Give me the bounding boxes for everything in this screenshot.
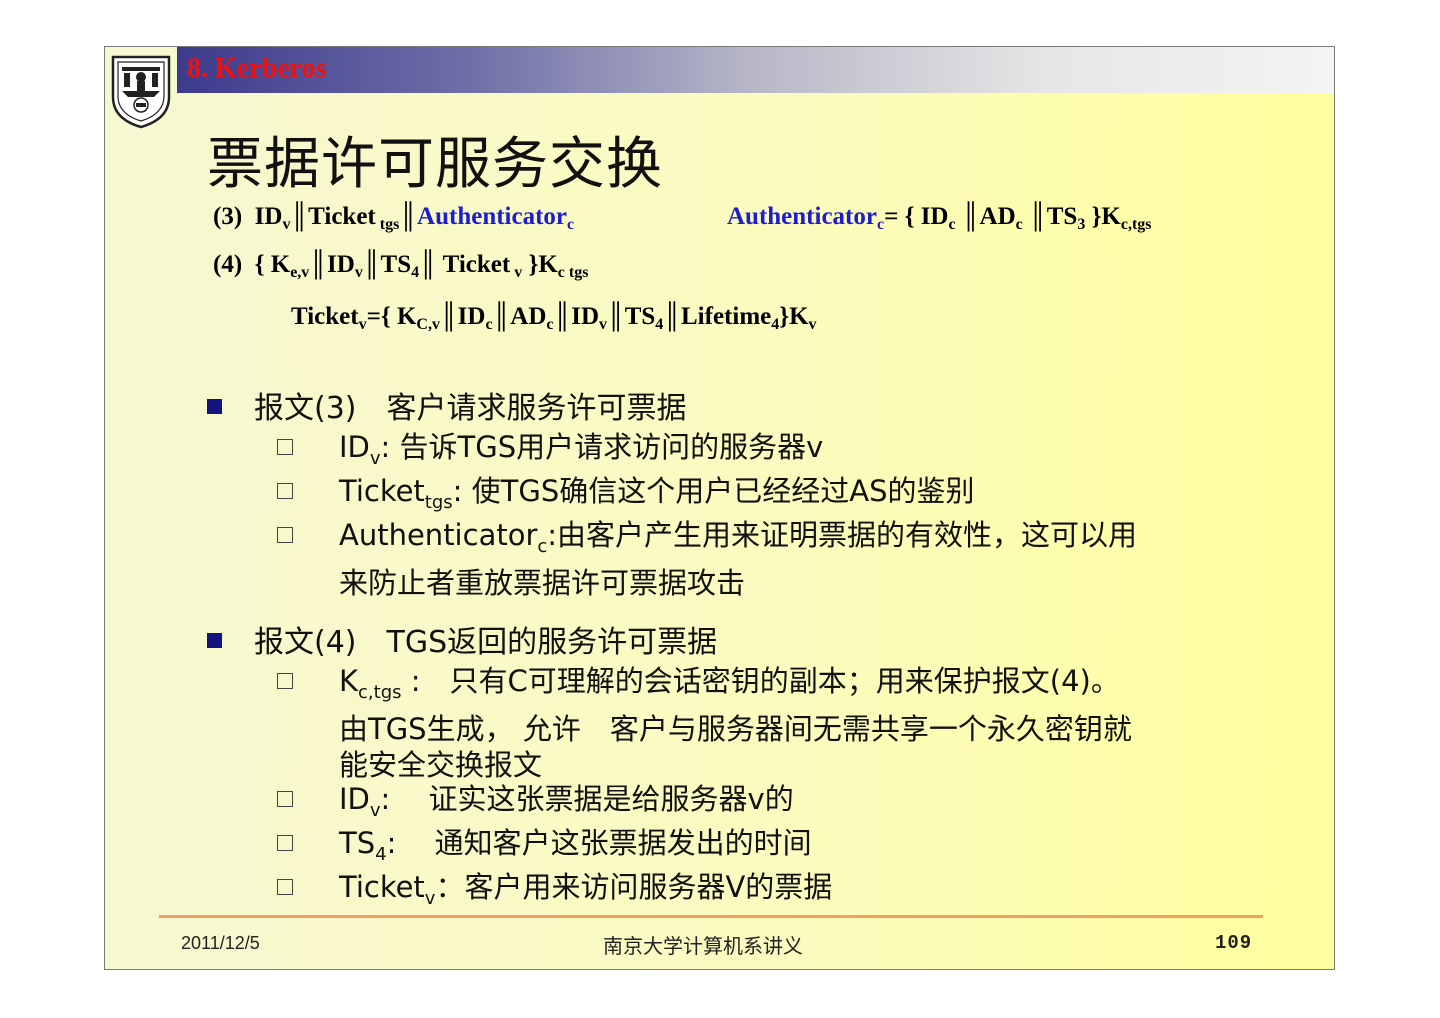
formula-message-4: (4) { Ke,v║IDv║TS4║ Ticket v }Kc tgs [213, 251, 589, 281]
bullet-label: 报文(4) TGS返回的服务许可票据 [254, 625, 718, 660]
footer-course-name: 南京大学计算机系讲义 [603, 934, 803, 958]
footer-divider [159, 915, 1263, 918]
checkbox-square-icon [277, 483, 293, 499]
checkbox-square-icon [277, 879, 293, 895]
formula-message-3: (3) IDv║Ticket tgs║Authenticatorc [213, 203, 575, 233]
checkbox-square-icon [277, 673, 293, 689]
checkbox-square-icon [277, 835, 293, 851]
section-title: 8. Kerberos [187, 53, 327, 84]
header-band [177, 47, 1334, 93]
bullet-square-icon [207, 633, 222, 648]
formula-ticket-definition: Ticketv={ KC,v║IDc║ADc║IDv║TS4║Lifetime4… [291, 303, 817, 333]
page-number: 109 [1215, 932, 1253, 954]
slide-title: 票据许可服务交换 [207, 132, 663, 197]
checkbox-square-icon [277, 527, 293, 543]
formula-3-label: (3) [213, 203, 243, 230]
slide: 8. Kerberos 票据许可服务交换 (3) IDv║Ticket tgs║… [104, 46, 1335, 970]
bullet-message-4: 报文(4) TGS返回的服务许可票据 [207, 617, 717, 661]
bullet-square-icon [207, 399, 222, 414]
university-logo-icon [111, 55, 171, 129]
formula-authenticator-definition: Authenticatorc= { IDc ║ADc ║TS3 }Kc,tgs [727, 203, 1152, 233]
bullet-label: 报文(3) 客户请求服务许可票据 [254, 391, 687, 426]
checkbox-square-icon [277, 791, 293, 807]
bullet-message-3: 报文(3) 客户请求服务许可票据 [207, 383, 687, 427]
footer-date: 2011/12/5 [181, 933, 260, 953]
checkbox-square-icon [277, 439, 293, 455]
